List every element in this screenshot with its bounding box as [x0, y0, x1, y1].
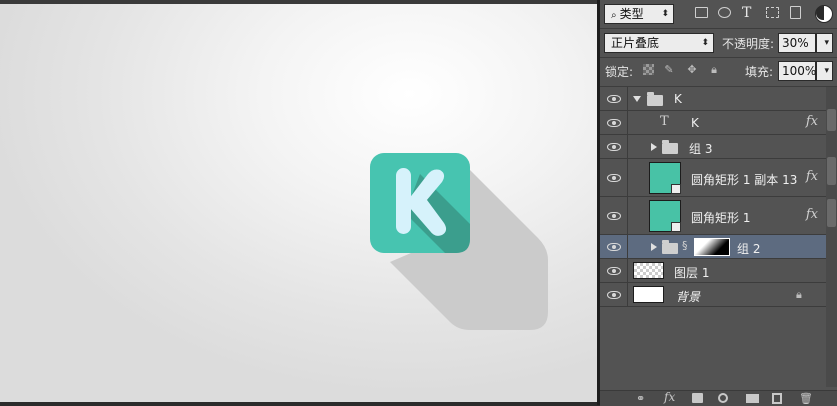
vector-mask-icon	[671, 184, 681, 194]
fx-icon[interactable]: fx	[806, 207, 818, 222]
visibility-eye-icon[interactable]	[607, 143, 621, 151]
scrollbar-thumb[interactable]	[827, 199, 836, 227]
layers-bottom-toolbar: ⚭ fx 🗑︎	[600, 390, 837, 406]
divider	[627, 87, 628, 110]
visibility-eye-icon[interactable]	[607, 174, 621, 182]
fill-dropdown-button[interactable]: ▾	[816, 61, 833, 81]
chevron-down-icon: ▾	[824, 38, 829, 48]
layer-name: 背景	[676, 290, 701, 304]
mask-link-icon[interactable]: §	[682, 239, 688, 252]
fill-label: 填充:	[745, 65, 774, 79]
background-thumbnail	[633, 286, 664, 303]
blend-row: 正片叠底 ⬍ 不透明度: 30% ▾	[600, 29, 837, 57]
lock-label: 锁定:	[605, 65, 634, 79]
lock-icon: 🔒︎	[796, 288, 802, 301]
scrollbar-thumb[interactable]	[827, 109, 836, 131]
layer-row-group2[interactable]: § 组 2	[600, 235, 826, 259]
fill-value: 100%	[782, 64, 817, 78]
divider	[627, 111, 628, 134]
shape-thumbnail	[649, 200, 681, 232]
fill-input[interactable]: 100%	[778, 61, 816, 81]
expand-arrow-icon[interactable]	[633, 96, 641, 102]
layer-mask-thumbnail[interactable]	[694, 238, 730, 256]
updown-arrow-icon: ⬍	[661, 9, 669, 19]
search-icon: ⌕	[611, 10, 617, 21]
opacity-input[interactable]: 30%	[778, 33, 816, 53]
layer-row-background[interactable]: 背景 🔒︎	[600, 283, 826, 307]
visibility-eye-icon[interactable]	[607, 243, 621, 251]
shape-thumbnail	[649, 162, 681, 194]
layer-name: 组 2	[737, 242, 761, 256]
type-filter-icon[interactable]: T	[742, 5, 751, 21]
folder-icon	[662, 240, 678, 254]
chevron-down-icon: ▾	[824, 66, 829, 76]
updown-arrow-icon: ⬍	[701, 38, 709, 48]
layer-name: 组 3	[689, 142, 713, 156]
divider	[627, 235, 628, 258]
filter-kind-label: 类型	[619, 7, 644, 21]
layer-name: 圆角矩形 1	[691, 211, 751, 225]
layer-row-k-text[interactable]: T K fx	[600, 111, 826, 135]
folder-icon	[662, 140, 678, 154]
visibility-eye-icon[interactable]	[607, 212, 621, 220]
filter-row: ⌕ 类型 ⬍ T	[600, 0, 837, 28]
add-mask-icon[interactable]	[692, 393, 703, 403]
layer-row-k-group[interactable]: K	[600, 87, 826, 111]
artwork	[370, 153, 548, 330]
visibility-eye-icon[interactable]	[607, 95, 621, 103]
divider	[627, 159, 628, 196]
layers-scrollbar[interactable]	[826, 87, 837, 387]
layer-row-rounded-rect1[interactable]: 圆角矩形 1 fx	[600, 197, 826, 235]
link-layers-icon[interactable]: ⚭	[636, 393, 645, 404]
scrollbar-thumb[interactable]	[827, 157, 836, 185]
blend-mode-dropdown[interactable]: 正片叠底 ⬍	[604, 33, 714, 53]
lock-transparent-icon[interactable]	[643, 64, 654, 75]
fx-icon[interactable]: fx	[806, 169, 818, 184]
new-layer-icon[interactable]	[772, 393, 782, 404]
image-filter-icon[interactable]	[695, 7, 708, 18]
text-layer-icon: T	[660, 114, 669, 129]
layer-row-rounded-rect-copy13[interactable]: 圆角矩形 1 副本 13 fx	[600, 159, 826, 197]
layer-name: 圆角矩形 1 副本 13	[691, 173, 798, 187]
divider	[627, 283, 628, 306]
visibility-eye-icon[interactable]	[607, 291, 621, 299]
filter-kind-dropdown[interactable]: ⌕ 类型 ⬍	[604, 4, 674, 24]
divider	[627, 259, 628, 282]
divider	[627, 135, 628, 158]
expand-arrow-icon[interactable]	[651, 143, 657, 151]
fx-icon[interactable]: fx	[806, 114, 818, 129]
blend-mode-value: 正片叠底	[611, 36, 660, 50]
filter-toggle[interactable]	[815, 5, 833, 23]
lock-all-icon[interactable]: 🔒︎	[708, 64, 720, 76]
fx-icon[interactable]: fx	[664, 391, 675, 403]
layers-panel: ⌕ 类型 ⬍ T 正片叠底 ⬍ 不透明度: 30% ▾ 锁定: ✎ ✥ 🔒︎ 填充…	[600, 0, 837, 406]
visibility-eye-icon[interactable]	[607, 267, 621, 275]
layer-name: 图层 1	[674, 266, 710, 280]
opacity-dropdown-button[interactable]: ▾	[816, 33, 833, 53]
expand-arrow-icon[interactable]	[651, 243, 657, 251]
adjustment-filter-icon[interactable]	[718, 7, 731, 18]
layer-row-group3[interactable]: 组 3	[600, 135, 826, 159]
shape-filter-icon[interactable]	[766, 7, 779, 18]
layer-name: K	[674, 92, 682, 106]
layer-name: K	[691, 116, 699, 130]
delete-layer-icon[interactable]: 🗑︎	[799, 393, 813, 404]
lock-brush-icon[interactable]: ✎	[663, 64, 675, 76]
smart-object-filter-icon[interactable]	[790, 6, 801, 19]
vector-mask-icon	[671, 222, 681, 232]
opacity-label: 不透明度:	[722, 37, 775, 51]
document-canvas[interactable]	[0, 4, 597, 402]
folder-icon	[647, 92, 663, 106]
divider	[627, 197, 628, 234]
new-group-icon[interactable]	[746, 394, 759, 403]
visibility-eye-icon[interactable]	[607, 119, 621, 127]
new-adjustment-icon[interactable]	[718, 393, 728, 403]
opacity-value: 30%	[782, 36, 809, 50]
pixel-layer-thumbnail	[633, 262, 664, 279]
layer-row-layer1[interactable]: 图层 1	[600, 259, 826, 283]
lock-move-icon[interactable]: ✥	[686, 64, 698, 76]
